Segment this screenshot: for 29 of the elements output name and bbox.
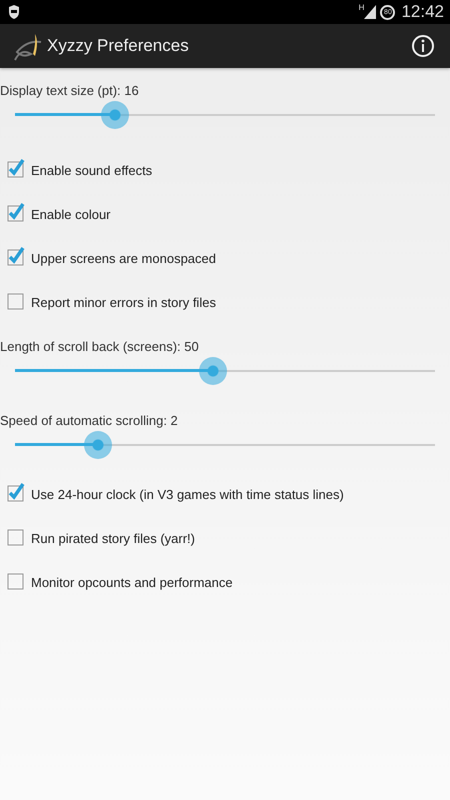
checked-checkbox[interactable] [7,246,25,266]
setting-label: Monitor opcounts and performance [31,574,233,590]
signal-icon [364,5,376,19]
slider-track[interactable] [15,101,435,129]
app-title: Xyzzy Preferences [47,36,189,56]
checked-checkbox[interactable] [7,482,25,502]
checkbox[interactable] [7,526,25,546]
network-type: H [358,3,364,12]
clock: 12:42 [401,2,444,22]
checkbox[interactable] [7,290,25,310]
checked-checkbox[interactable] [7,202,25,222]
slider-track[interactable] [15,431,435,459]
setting-label: Run pirated story files (yarr!) [31,530,195,546]
slider-thumb[interactable] [198,357,227,385]
setting-label: Upper screens are monospaced [31,250,216,266]
slider-thumb[interactable] [84,431,112,459]
info-icon[interactable] [411,34,435,58]
setting-label: Length of scroll back (screens): 50 [0,339,200,355]
setting-label: Speed of automatic scrolling: 2 [0,413,179,429]
setting-label: Use 24-hour clock (in V3 games with time status lines) [31,486,344,502]
checked-checkbox[interactable] [7,158,25,178]
shield-icon [8,5,20,19]
setting-label: Display text size (pt): 16 [0,83,140,99]
slider-thumb[interactable] [100,101,129,129]
slider-track[interactable] [15,357,435,385]
setting-label: Enable colour [31,206,110,222]
setting-label: Enable sound effects [31,162,152,178]
checkbox[interactable] [7,570,25,590]
setting-label: Report minor errors in story files [31,294,216,310]
